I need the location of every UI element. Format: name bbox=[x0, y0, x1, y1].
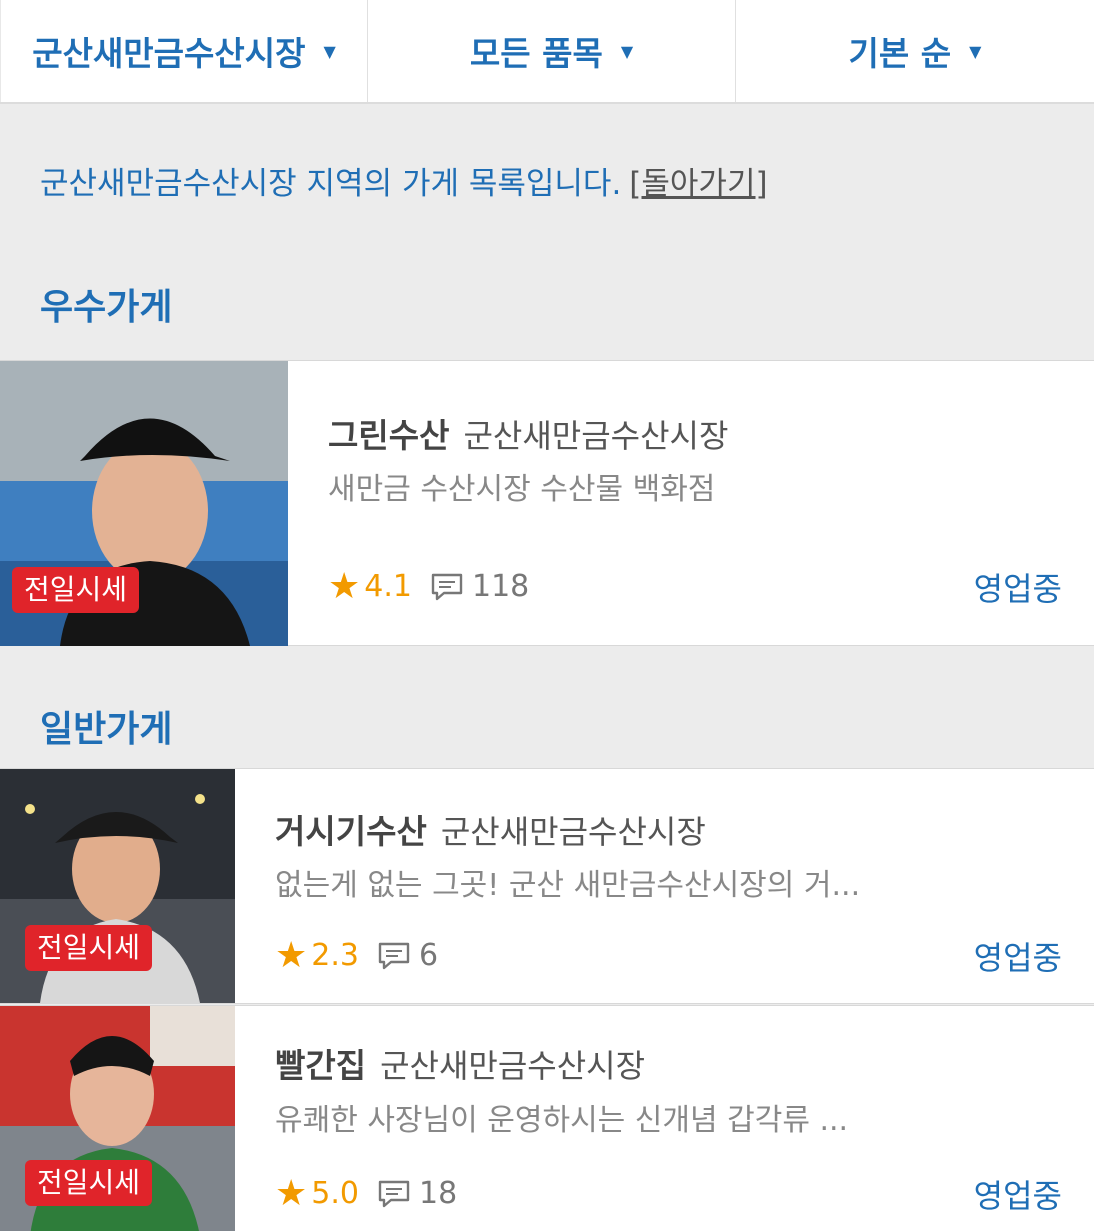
store-photo: 전일시세 bbox=[0, 769, 235, 1003]
store-market: 군산새만금수산시장 bbox=[380, 1047, 646, 1085]
store-status: 영업중 bbox=[973, 939, 1062, 977]
section-title-general: 일반가게 bbox=[40, 709, 173, 750]
store-rating: 2.3 bbox=[311, 938, 359, 973]
comment-icon bbox=[378, 1180, 410, 1207]
store-name-text: 빨간집 bbox=[275, 1046, 367, 1085]
store-card[interactable]: 전일시세 거시기수산 군산새만금수산시장 없는게 없는 그곳! 군산 새만금수산시… bbox=[0, 768, 1094, 1004]
intro-message: 군산새만금수산시장 지역의 가게 목록입니다. [돌아가기] bbox=[40, 158, 768, 203]
comment-icon bbox=[378, 942, 410, 969]
filter-bar: 군산새만금수산시장 ▼ 모든 품목 ▼ 기본 순 ▼ bbox=[0, 0, 1094, 104]
market-filter-dropdown[interactable]: 군산새만금수산시장 ▼ bbox=[0, 0, 367, 102]
store-card[interactable]: 전일시세 빨간집 군산새만금수산시장 유쾌한 사장님이 운영하시는 신개념 갑각류… bbox=[0, 1005, 1094, 1231]
store-name-text: 거시기수산 bbox=[275, 812, 427, 851]
store-meta: ★ 2.3 6 bbox=[275, 935, 438, 976]
star-icon: ★ bbox=[328, 566, 361, 607]
caret-down-icon: ▼ bbox=[323, 41, 336, 61]
store-rating: 4.1 bbox=[364, 569, 412, 604]
store-rating: 5.0 bbox=[311, 1176, 359, 1211]
store-meta: ★ 5.0 18 bbox=[275, 1173, 457, 1214]
comment-icon bbox=[431, 573, 463, 600]
price-tag-badge[interactable]: 전일시세 bbox=[25, 925, 153, 971]
category-filter-dropdown[interactable]: 모든 품목 ▼ bbox=[367, 0, 735, 102]
store-description: 유쾌한 사장님이 운영하시는 신개념 갑각류 ... bbox=[275, 1103, 849, 1138]
store-name: 빨간집 군산새만금수산시장 bbox=[275, 1039, 645, 1087]
caret-down-icon: ▼ bbox=[969, 41, 982, 61]
store-name: 거시기수산 군산새만금수산시장 bbox=[275, 805, 706, 853]
store-meta: ★ 4.1 118 bbox=[328, 566, 529, 607]
store-market: 군산새만금수산시장 bbox=[463, 417, 729, 455]
caret-down-icon: ▼ bbox=[620, 41, 634, 61]
intro-text: 군산새만금수산시장 지역의 가게 목록입니다. bbox=[40, 166, 622, 202]
store-photo: 전일시세 bbox=[0, 361, 288, 646]
store-name: 그린수산 군산새만금수산시장 bbox=[328, 409, 728, 457]
store-name-text: 그린수산 bbox=[328, 416, 450, 455]
store-photo: 전일시세 bbox=[0, 1006, 235, 1231]
sort-filter-dropdown[interactable]: 기본 순 ▼ bbox=[735, 0, 1094, 102]
store-review-count: 6 bbox=[419, 938, 439, 973]
store-status: 영업중 bbox=[973, 1177, 1062, 1215]
store-description: 새만금 수산시장 수산물 백화점 bbox=[328, 472, 716, 507]
store-card[interactable]: 전일시세 그린수산 군산새만금수산시장 새만금 수산시장 수산물 백화점 ★ 4.… bbox=[0, 360, 1094, 646]
star-icon: ★ bbox=[275, 1173, 308, 1214]
market-filter-label: 군산새만금수산시장 bbox=[32, 34, 306, 73]
store-review-count: 118 bbox=[472, 569, 530, 604]
star-icon: ★ bbox=[275, 935, 308, 976]
store-description: 없는게 없는 그곳! 군산 새만금수산시장의 거... bbox=[275, 868, 861, 903]
category-filter-label: 모든 품목 bbox=[469, 34, 603, 73]
back-link[interactable]: [돌아가기] bbox=[629, 166, 767, 202]
sort-filter-label: 기본 순 bbox=[848, 34, 952, 73]
price-tag-badge[interactable]: 전일시세 bbox=[12, 567, 140, 613]
store-market: 군산새만금수산시장 bbox=[440, 813, 706, 851]
store-status: 영업중 bbox=[973, 570, 1062, 608]
section-title-premium: 우수가게 bbox=[40, 287, 173, 328]
price-tag-badge[interactable]: 전일시세 bbox=[25, 1160, 153, 1206]
store-review-count: 18 bbox=[419, 1176, 458, 1211]
